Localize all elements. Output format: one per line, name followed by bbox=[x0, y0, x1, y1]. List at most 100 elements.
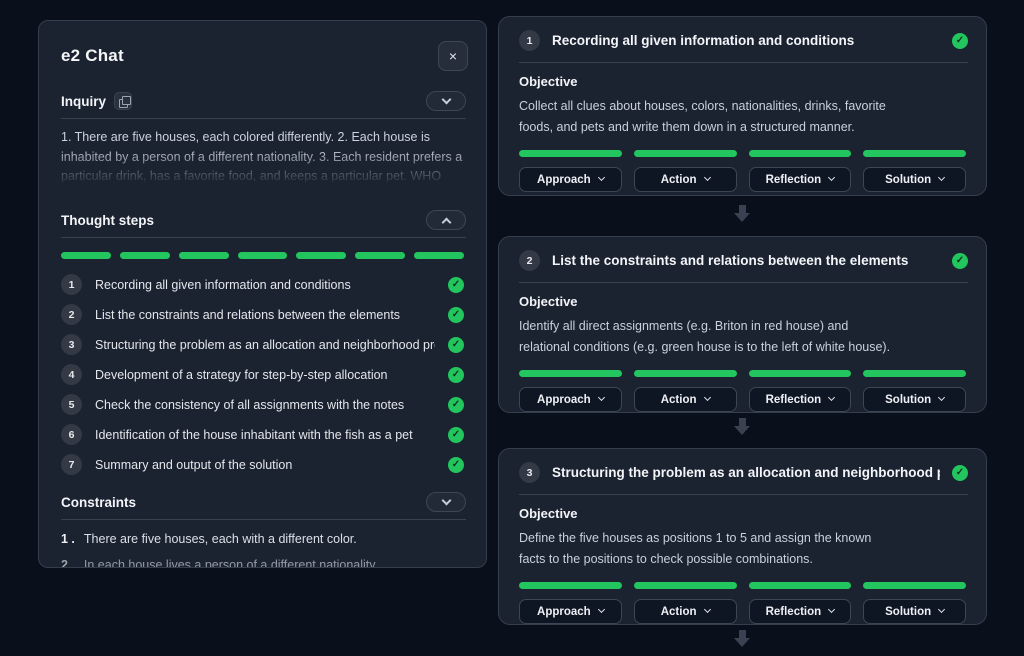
inquiry-collapse-button[interactable] bbox=[426, 91, 466, 111]
step-card-3: 3 Structuring the problem as an allocati… bbox=[498, 448, 987, 625]
thought-step-row[interactable]: 5 Check the consistency of all assignmen… bbox=[61, 394, 464, 415]
reflection-dropdown-button[interactable]: Reflection bbox=[749, 599, 852, 624]
thought-steps-list: 1 Recording all given information and co… bbox=[61, 274, 464, 475]
step-label: Development of a strategy for step-by-st… bbox=[95, 368, 435, 382]
chevron-down-icon bbox=[598, 606, 605, 613]
button-label: Action bbox=[661, 174, 697, 186]
divider bbox=[61, 118, 466, 119]
chat-panel: e2 Chat × Inquiry 1. There are five hous… bbox=[38, 20, 487, 568]
progress-segment bbox=[519, 150, 622, 157]
card-header: 3 Structuring the problem as an allocati… bbox=[499, 449, 986, 494]
card-button-row: Approach Action Reflection Solution bbox=[519, 167, 966, 192]
action-dropdown-button[interactable]: Action bbox=[634, 387, 737, 412]
chevron-down-icon bbox=[828, 174, 835, 181]
progress-segment bbox=[355, 252, 405, 259]
progress-segment bbox=[519, 370, 622, 377]
button-label: Approach bbox=[537, 394, 591, 406]
progress-segment bbox=[414, 252, 464, 259]
action-dropdown-button[interactable]: Action bbox=[634, 167, 737, 192]
button-label: Reflection bbox=[766, 174, 822, 186]
step-card-2: 2 List the constraints and relations bet… bbox=[498, 236, 987, 413]
progress-segment bbox=[296, 252, 346, 259]
approach-dropdown-button[interactable]: Approach bbox=[519, 387, 622, 412]
constraint-item: 1 . There are five houses, each with a d… bbox=[61, 531, 464, 548]
chevron-down-icon bbox=[938, 606, 945, 613]
button-label: Solution bbox=[885, 174, 931, 186]
progress-segment bbox=[863, 370, 966, 377]
button-label: Solution bbox=[885, 606, 931, 618]
thought-step-row[interactable]: 3 Structuring the problem as an allocati… bbox=[61, 334, 464, 355]
check-icon: ✓ bbox=[952, 465, 968, 481]
step-number-badge: 2 bbox=[519, 250, 540, 271]
step-label: List the constraints and relations betwe… bbox=[95, 308, 435, 322]
panel-title: e2 Chat bbox=[61, 46, 124, 66]
constraints-list: 1 . There are five houses, each with a d… bbox=[61, 531, 464, 568]
close-icon: × bbox=[449, 48, 457, 64]
step-number-badge: 4 bbox=[61, 364, 82, 385]
button-label: Reflection bbox=[766, 606, 822, 618]
progress-segment bbox=[634, 582, 737, 589]
inquiry-label: Inquiry bbox=[61, 94, 106, 109]
card-button-row: Approach Action Reflection Solution bbox=[519, 599, 966, 624]
constraint-number: 2 . bbox=[61, 557, 75, 568]
flow-down-arrow-icon bbox=[734, 205, 751, 222]
constraints-section-header: Constraints bbox=[39, 492, 486, 512]
thought-step-row[interactable]: 2 List the constraints and relations bet… bbox=[61, 304, 464, 325]
reflection-dropdown-button[interactable]: Reflection bbox=[749, 387, 852, 412]
chevron-down-icon bbox=[703, 394, 710, 401]
divider bbox=[61, 237, 466, 238]
solution-dropdown-button[interactable]: Solution bbox=[863, 599, 966, 624]
progress-segment bbox=[179, 252, 229, 259]
check-icon: ✓ bbox=[448, 337, 464, 353]
progress-segment bbox=[749, 150, 852, 157]
constraints-collapse-button[interactable] bbox=[426, 492, 466, 512]
close-button[interactable]: × bbox=[438, 41, 468, 71]
inquiry-text: 1. There are five houses, each colored d… bbox=[61, 128, 464, 190]
step-label: Identification of the house inhabitant w… bbox=[95, 428, 435, 442]
thought-step-row[interactable]: 1 Recording all given information and co… bbox=[61, 274, 464, 295]
button-label: Approach bbox=[537, 606, 591, 618]
thought-steps-collapse-button[interactable] bbox=[426, 210, 466, 230]
copy-icon[interactable] bbox=[114, 92, 132, 110]
action-dropdown-button[interactable]: Action bbox=[634, 599, 737, 624]
card-button-row: Approach Action Reflection Solution bbox=[519, 387, 966, 412]
constraint-number: 1 . bbox=[61, 531, 75, 548]
objective-text: Identify all direct assignments (e.g. Br… bbox=[519, 316, 901, 358]
solution-dropdown-button[interactable]: Solution bbox=[863, 167, 966, 192]
approach-dropdown-button[interactable]: Approach bbox=[519, 599, 622, 624]
check-icon: ✓ bbox=[448, 427, 464, 443]
thought-step-row[interactable]: 7 Summary and output of the solution ✓ bbox=[61, 454, 464, 475]
progress-segment bbox=[61, 252, 111, 259]
button-label: Reflection bbox=[766, 394, 822, 406]
reflection-dropdown-button[interactable]: Reflection bbox=[749, 167, 852, 192]
step-number-badge: 1 bbox=[61, 274, 82, 295]
thought-step-row[interactable]: 4 Development of a strategy for step-by-… bbox=[61, 364, 464, 385]
chevron-up-icon bbox=[441, 217, 451, 227]
objective-label: Objective bbox=[519, 294, 966, 309]
card-title: Recording all given information and cond… bbox=[552, 33, 940, 48]
chevron-down-icon bbox=[828, 606, 835, 613]
chevron-down-icon bbox=[938, 174, 945, 181]
objective-text: Collect all clues about houses, colors, … bbox=[519, 96, 901, 138]
flow-down-arrow-icon bbox=[734, 418, 751, 435]
card-body: Objective Define the five houses as posi… bbox=[499, 495, 986, 625]
chevron-down-icon bbox=[938, 394, 945, 401]
check-icon: ✓ bbox=[952, 33, 968, 49]
thought-steps-label: Thought steps bbox=[61, 213, 154, 228]
card-body: Objective Collect all clues about houses… bbox=[499, 63, 986, 196]
approach-dropdown-button[interactable]: Approach bbox=[519, 167, 622, 192]
card-progress-bar bbox=[519, 370, 966, 377]
step-label: Check the consistency of all assignments… bbox=[95, 398, 435, 412]
thought-step-row[interactable]: 6 Identification of the house inhabitant… bbox=[61, 424, 464, 445]
chevron-down-icon bbox=[828, 394, 835, 401]
constraint-text: In each house lives a person of a differ… bbox=[84, 557, 378, 568]
thought-steps-progress-bar bbox=[61, 252, 464, 259]
chevron-down-icon bbox=[703, 174, 710, 181]
check-icon: ✓ bbox=[952, 253, 968, 269]
step-label: Recording all given information and cond… bbox=[95, 278, 435, 292]
button-label: Action bbox=[661, 606, 697, 618]
step-number-badge: 5 bbox=[61, 394, 82, 415]
solution-dropdown-button[interactable]: Solution bbox=[863, 387, 966, 412]
chevron-down-icon bbox=[598, 174, 605, 181]
card-title: List the constraints and relations betwe… bbox=[552, 253, 940, 268]
